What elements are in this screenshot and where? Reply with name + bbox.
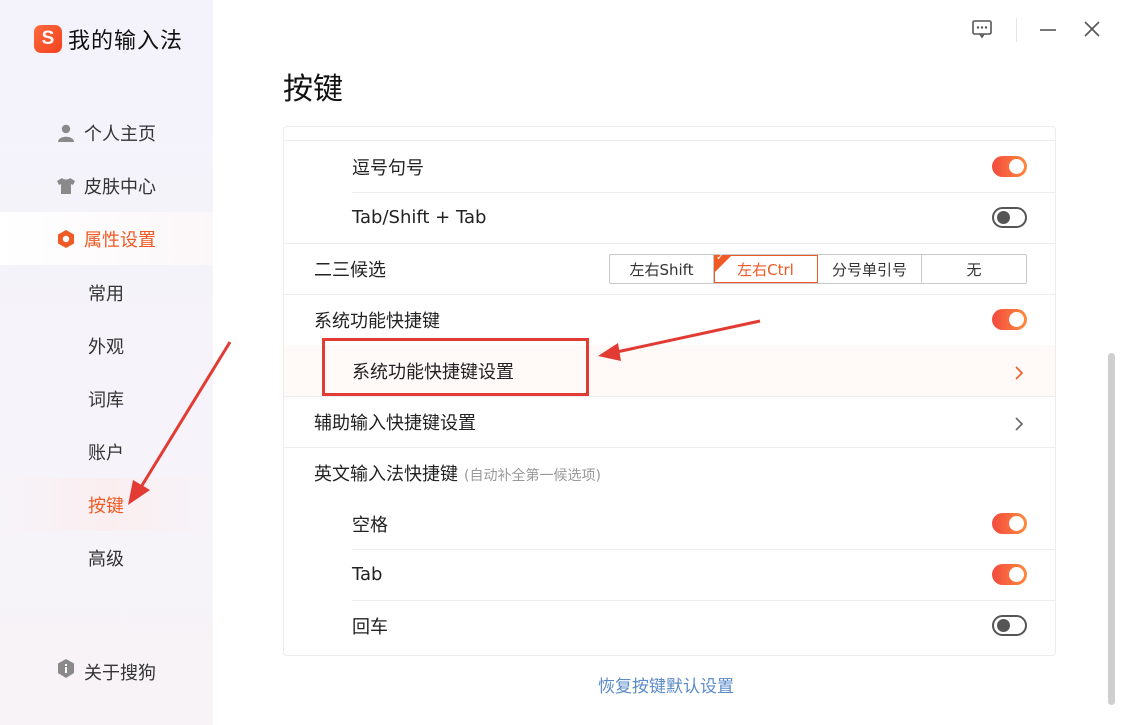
sidebar-item-profile[interactable]: 个人主页 [0,106,213,159]
page-title: 按键 [283,72,343,107]
setting-label: 空格 [352,514,388,536]
english-ime-label: 英文输入法快捷键 [314,463,458,485]
sidebar-subitem-label: 外观 [88,336,124,358]
setting-row-enter: 回车 [284,600,1055,651]
setting-row-english-ime-shortcuts: 英文输入法快捷键 (自动补全第一候选项) [284,447,1055,498]
setting-row-system-shortcuts-settings[interactable]: 系统功能快捷键设置 [284,345,1055,396]
setting-label: Tab [352,564,383,585]
sidebar: S 我的输入法 个人主页 皮肤中心 属性设置 常用 外观 词库 账户 按键 高级 [0,0,213,725]
setting-label: Tab/Shift + Tab [352,207,487,228]
tab-shift-tab-toggle[interactable] [992,207,1027,228]
chevron-right-icon[interactable] [1012,415,1026,431]
system-shortcuts-toggle[interactable] [992,309,1027,330]
person-icon [57,124,75,142]
sidebar-item-label: 关于搜狗 [84,662,156,684]
setting-row-tab: Tab [284,549,1055,600]
candidate-option-none[interactable]: 无 [922,255,1026,283]
setting-row-system-shortcuts: 系统功能快捷键 [284,294,1055,345]
setting-label: 英文输入法快捷键 (自动补全第一候选项) [314,460,601,486]
info-shield-icon [57,659,75,684]
candidate-option-shift[interactable]: 左右Shift [610,255,714,283]
close-icon[interactable] [1081,18,1105,42]
sidebar-item-label: 个人主页 [84,123,156,145]
setting-label: 回车 [352,616,388,638]
setting-label: 系统功能快捷键设置 [352,361,514,383]
sidebar-subitem-keys[interactable]: 按键 [0,478,213,531]
sidebar-item-about[interactable]: 关于搜狗 [0,645,213,698]
sidebar-subitem-label: 高级 [88,548,124,570]
setting-row-space: 空格 [284,498,1055,549]
english-ime-hint: (自动补全第一候选项) [464,467,601,484]
comma-period-toggle[interactable] [992,156,1027,177]
setting-label: 辅助输入快捷键设置 [314,412,476,434]
minimize-icon[interactable] [1037,18,1061,42]
candidate-option-semicolon-quote[interactable]: 分号单引号 [818,255,922,283]
app-logo: S 我的输入法 [34,24,183,54]
sidebar-subitem-label: 账户 [88,442,124,464]
sidebar-item-label: 属性设置 [84,229,156,251]
app-title: 我的输入法 [68,29,184,54]
tab-toggle[interactable] [992,564,1027,585]
candidate-option-ctrl[interactable]: ✓ 左右Ctrl [714,252,818,283]
sidebar-subitem-advanced[interactable]: 高级 [0,531,213,584]
check-icon: ✓ [716,252,725,263]
hexagon-settings-icon [57,229,75,248]
sidebar-subitem-common[interactable]: 常用 [0,266,213,319]
sogou-logo-icon: S [34,25,62,53]
sidebar-subitem-label: 词库 [88,389,124,411]
sidebar-item-label: 皮肤中心 [84,176,156,198]
sidebar-item-properties[interactable]: 属性设置 [0,212,213,265]
setting-row-tab-shift-tab: Tab/Shift + Tab [284,192,1055,243]
setting-label: 二三候选 [314,259,386,281]
sidebar-subitem-label: 按键 [88,495,124,517]
scrollbar[interactable] [1108,353,1115,705]
setting-label: 系统功能快捷键 [314,310,440,332]
space-toggle[interactable] [992,513,1027,534]
feedback-icon[interactable] [971,18,995,42]
sidebar-item-skins[interactable]: 皮肤中心 [0,159,213,212]
setting-row-assist-input-shortcuts[interactable]: 辅助输入快捷键设置 [284,396,1055,447]
sidebar-subitem-account[interactable]: 账户 [0,425,213,478]
chevron-right-icon[interactable] [1012,364,1026,380]
setting-label: 逗号句号 [352,157,424,179]
settings-card: 逗号句号 Tab/Shift + Tab 二三候选 左右Shift ✓ 左右Ct… [283,126,1056,656]
shirt-icon [57,177,75,195]
titlebar-divider [1016,18,1017,42]
enter-toggle[interactable] [992,615,1027,636]
sidebar-subitem-label: 常用 [88,283,124,305]
sidebar-subitem-appearance[interactable]: 外观 [0,319,213,372]
candidate-option-label: 左右Ctrl [737,260,794,279]
candidate-key-selector: 左右Shift ✓ 左右Ctrl 分号单引号 无 [609,252,1027,284]
setting-row-comma-period: 逗号句号 [284,141,1055,192]
restore-defaults-link[interactable]: 恢复按键默认设置 [598,672,734,697]
sidebar-subitem-dictionary[interactable]: 词库 [0,372,213,425]
